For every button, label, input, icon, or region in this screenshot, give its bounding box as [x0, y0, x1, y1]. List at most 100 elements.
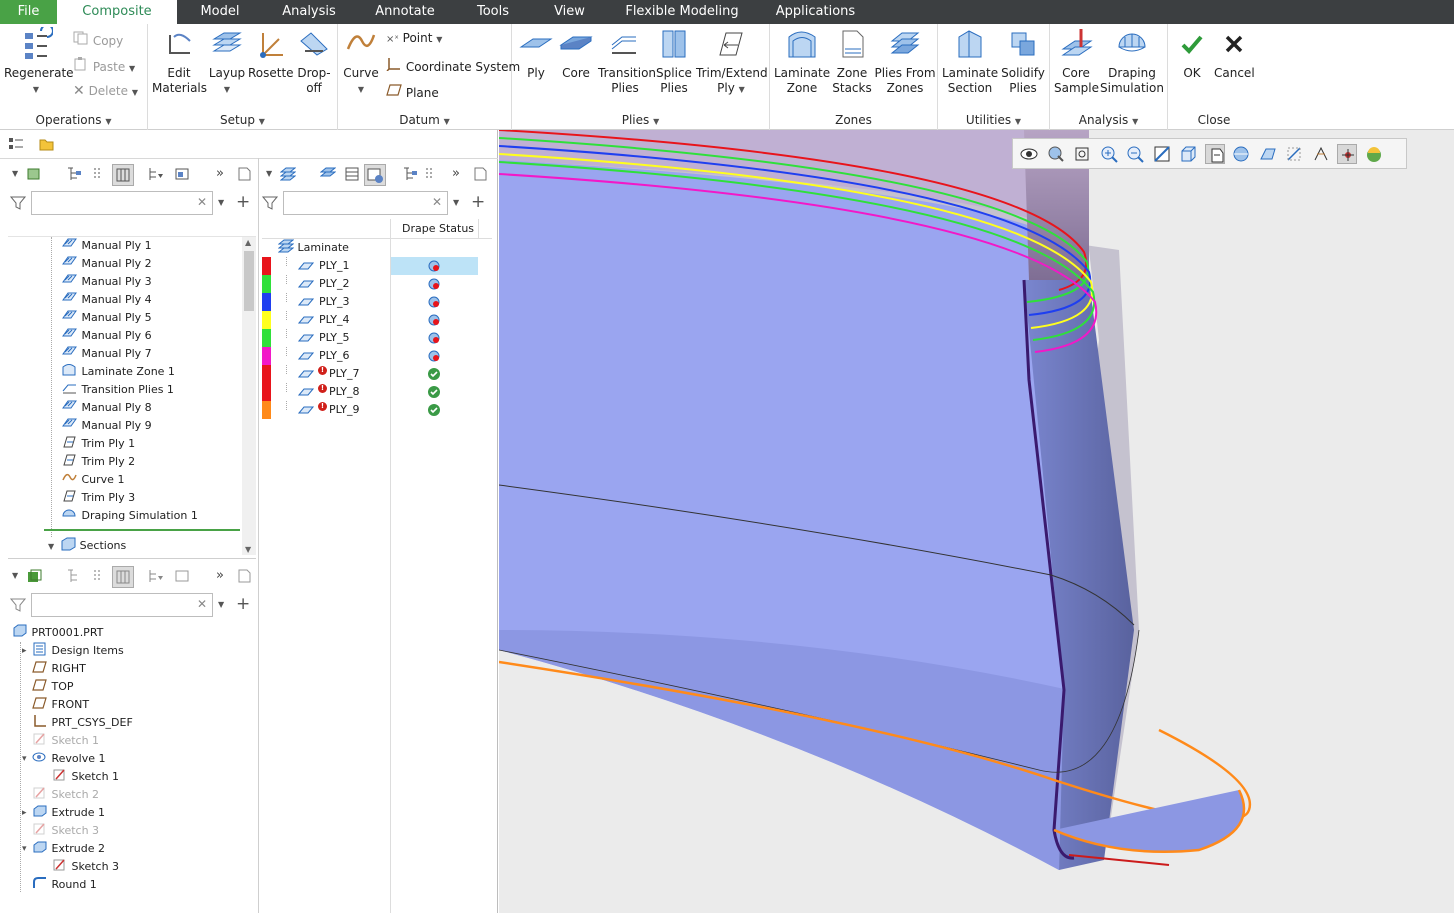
expand-icon[interactable]: ▸: [22, 804, 27, 822]
point-button[interactable]: ×ˣ Point ▼: [386, 31, 442, 45]
folder-browser-tab-icon[interactable]: [38, 136, 54, 152]
paste-button[interactable]: Paste ▼: [73, 57, 135, 74]
model-tree-item[interactable]: Round 1: [32, 876, 97, 894]
view-manager-button[interactable]: [1231, 144, 1251, 164]
group-label-operations[interactable]: Operations ▼: [0, 113, 147, 127]
ply-tree-item[interactable]: Trim Ply 1: [62, 435, 135, 453]
clear-icon[interactable]: ✕: [432, 195, 442, 209]
tab-model[interactable]: Model: [186, 0, 254, 24]
plies-from-zones-button[interactable]: Plies From Zones: [874, 27, 936, 96]
model-tree-item[interactable]: PRT_CSYS_DEF: [32, 714, 133, 732]
chevron-down-icon[interactable]: ▼: [266, 169, 272, 178]
add-icon[interactable]: +: [236, 192, 250, 212]
ply-tree-scrollbar[interactable]: ▲ ▼: [242, 237, 256, 555]
group-label-plies[interactable]: Plies ▼: [512, 113, 769, 127]
ply-tree-item[interactable]: Manual Ply 1: [62, 237, 152, 255]
datum-display-button[interactable]: [1284, 144, 1304, 164]
model-tree-item[interactable]: FRONT: [32, 696, 89, 714]
tab-view[interactable]: View: [542, 0, 597, 24]
ply-tree-item[interactable]: Transition Plies 1: [62, 381, 174, 399]
add-icon[interactable]: +: [471, 192, 485, 212]
draping-simulation-button[interactable]: Draping Simulation: [1100, 27, 1164, 96]
clear-icon[interactable]: ✕: [197, 597, 207, 611]
ply-tree-item[interactable]: Trim Ply 3: [62, 489, 135, 507]
more-icon[interactable]: »: [216, 568, 224, 583]
model-tree-item[interactable]: Sketch 1: [32, 732, 99, 750]
splitter[interactable]: [258, 158, 259, 913]
model-tree-item[interactable]: TOP: [32, 678, 74, 696]
ply-button[interactable]: Ply: [516, 27, 556, 81]
model-tree-item[interactable]: ▸ Design Items: [22, 642, 124, 660]
spin-center-button[interactable]: [1337, 144, 1357, 164]
drape-toggle[interactable]: [364, 164, 386, 186]
show-icon[interactable]: [174, 166, 190, 182]
tab-flexible-modeling[interactable]: Flexible Modeling: [614, 0, 750, 24]
zoom-out-button[interactable]: [1125, 144, 1145, 164]
chevron-down-icon[interactable]: ▼: [12, 169, 18, 178]
laminate-search-input[interactable]: ✕: [283, 191, 448, 215]
model-tree-item[interactable]: Sketch 3: [52, 858, 119, 876]
model-tree-item[interactable]: RIGHT: [32, 660, 86, 678]
display-style-button[interactable]: [1178, 144, 1198, 164]
model-tree-item[interactable]: PRT0001.PRT: [12, 624, 103, 642]
model-tree-tab-icon[interactable]: [8, 137, 24, 151]
laminate-root[interactable]: Laminate: [277, 239, 349, 257]
solidify-plies-button[interactable]: Solidify Plies: [1000, 27, 1046, 96]
laminate-ply-row[interactable]: PLY_1: [262, 257, 480, 275]
laminate-section-button[interactable]: Laminate Section: [942, 27, 998, 96]
chevron-down-icon[interactable]: ▼: [453, 198, 459, 207]
ply-tree-search-input[interactable]: ✕: [31, 191, 213, 215]
filter-icon[interactable]: [262, 195, 278, 211]
coordinate-system-button[interactable]: Coordinate System: [386, 57, 520, 74]
laminate-ply-row[interactable]: ! PLY_9: [262, 401, 480, 419]
dropoff-button[interactable]: Drop-off: [294, 27, 334, 96]
ply-tree-item[interactable]: Manual Ply 7: [62, 345, 152, 363]
repaint-button[interactable]: [1152, 144, 1172, 164]
model-tree-item[interactable]: ▸ Extrude 1: [22, 804, 105, 822]
table-icon[interactable]: [344, 166, 360, 182]
plane-button[interactable]: Plane: [386, 83, 439, 100]
splice-plies-button[interactable]: Splice Plies: [654, 27, 694, 96]
ply-tree-item[interactable]: Laminate Zone 1: [62, 363, 175, 381]
group-label-setup[interactable]: Setup ▼: [148, 113, 337, 127]
group-label-datum[interactable]: Datum ▼: [338, 113, 511, 127]
graphics-viewport[interactable]: [499, 130, 1454, 913]
filter-icon[interactable]: [10, 597, 26, 613]
tab-tools[interactable]: Tools: [463, 0, 523, 24]
laminate-ply-row[interactable]: PLY_2: [262, 275, 480, 293]
group-label-analysis[interactable]: Analysis ▼: [1050, 113, 1167, 127]
chevron-down-icon[interactable]: ▼: [12, 571, 18, 580]
layup-button[interactable]: Layup ▼: [208, 27, 246, 97]
laminate-ply-row[interactable]: PLY_6: [262, 347, 480, 365]
ply-tree-item[interactable]: Manual Ply 3: [62, 273, 152, 291]
regenerate-button[interactable]: Regenerate ▼: [4, 27, 74, 97]
drape-status-header[interactable]: Drape Status: [402, 222, 474, 235]
ply-tree-item[interactable]: Manual Ply 2: [62, 255, 152, 273]
tree-structure-icon[interactable]: [402, 166, 418, 182]
sections-node[interactable]: ▼ Sections: [48, 537, 126, 555]
ok-button[interactable]: OK: [1172, 27, 1212, 81]
chevron-down-icon[interactable]: ▼: [218, 198, 224, 207]
ply-tree-item[interactable]: Manual Ply 5: [62, 309, 152, 327]
saved-orientations-button[interactable]: [1204, 144, 1225, 164]
laminate-ply-row[interactable]: PLY_3: [262, 293, 480, 311]
appearance-button[interactable]: [1364, 144, 1384, 164]
tab-applications[interactable]: Applications: [768, 0, 863, 24]
zoom-in-button[interactable]: [1099, 144, 1119, 164]
expand-icon[interactable]: ▸: [22, 642, 27, 660]
expand-icon[interactable]: ▼: [48, 542, 54, 551]
dotted-list-icon[interactable]: [92, 568, 108, 584]
settings-page-icon[interactable]: [472, 166, 488, 182]
ply-tree-item[interactable]: Curve 1: [62, 471, 124, 489]
stack-icon[interactable]: [320, 166, 336, 182]
laminate-ply-row[interactable]: ! PLY_7: [262, 365, 480, 383]
scroll-thumb[interactable]: [244, 251, 254, 311]
perspective-button[interactable]: [1258, 144, 1278, 164]
model-icon[interactable]: [26, 568, 42, 584]
filter-tree-icon[interactable]: [148, 166, 164, 182]
show-icon[interactable]: [174, 568, 190, 584]
columns-toggle[interactable]: [112, 566, 134, 588]
settings-page-icon[interactable]: [236, 568, 252, 584]
core-sample-button[interactable]: Core Sample: [1054, 27, 1099, 96]
tab-analysis[interactable]: Analysis: [273, 0, 345, 24]
